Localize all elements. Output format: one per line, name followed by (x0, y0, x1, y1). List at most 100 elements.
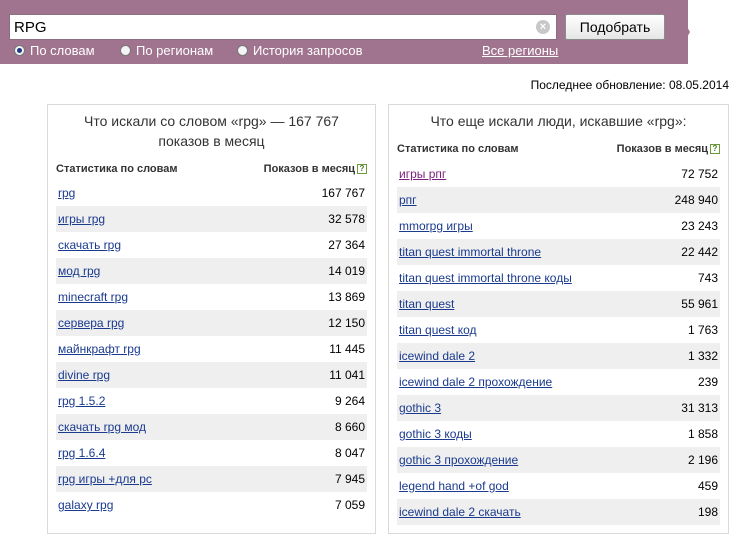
keyword-link[interactable]: minecraft rpg (58, 290, 128, 304)
banner-arrow (672, 0, 690, 64)
table-row: скачать rpg мод 8 660 (56, 414, 367, 440)
table-row: gothic 3 прохождение 2 196 (397, 447, 720, 473)
left-panel: Что искали со словом «rpg» — 167 767 пок… (47, 104, 376, 534)
all-regions-link[interactable]: Все регионы (482, 43, 558, 58)
impressions-count: 11 041 (329, 368, 365, 382)
keyword-link[interactable]: titan quest (399, 297, 454, 311)
right-rows: игры рпг 72 752 рпг 248 940 mmorpg игры 23 24… (397, 161, 720, 525)
table-row: gothic 3 31 313 (397, 395, 720, 421)
table-row: titan quest immortal throne коды 743 (397, 265, 720, 291)
impressions-count: 239 (697, 375, 718, 389)
impressions-count: 8 047 (334, 446, 365, 460)
impressions-count: 1 858 (687, 427, 718, 441)
right-panel: Что еще искали люди, искавшие «rpg»: Ста… (388, 104, 729, 534)
table-row: legend hand +of god 459 (397, 473, 720, 499)
mode-by-words-label: По словам (30, 43, 95, 58)
table-row: divine rpg 11 041 (56, 362, 367, 388)
table-row: icewind dale 2 скачать 198 (397, 499, 720, 525)
keyword-link[interactable]: titan quest immortal throne коды (399, 271, 572, 285)
left-rows: rpg 167 767 игры rpg 32 578 скачать rpg 27 36… (56, 180, 367, 518)
impressions-count: 31 313 (681, 401, 718, 415)
right-col-count-wrap: Показов в месяц? (617, 143, 720, 155)
keyword-link[interactable]: rpg 1.6.4 (58, 446, 105, 460)
search-input[interactable] (14, 17, 534, 37)
left-panel-title-line1: Что искали со словом «rpg» — 167 767 (84, 113, 339, 129)
keyword-link[interactable]: рпг (399, 193, 417, 207)
mode-history[interactable]: История запросов (237, 43, 363, 58)
table-row: rpg 1.5.2 9 264 (56, 388, 367, 414)
keyword-link[interactable]: rpg (58, 186, 75, 200)
radio-history[interactable] (237, 45, 248, 56)
impressions-count: 13 869 (328, 290, 365, 304)
clear-icon[interactable]: × (536, 20, 550, 34)
table-row: сервера rpg 12 150 (56, 310, 367, 336)
impressions-count: 8 660 (334, 420, 365, 434)
impressions-count: 11 445 (329, 342, 365, 356)
table-row: rpg 167 767 (56, 180, 367, 206)
keyword-link[interactable]: игры rpg (58, 212, 105, 226)
keyword-link[interactable]: игры рпг (399, 167, 446, 181)
table-row: minecraft rpg 13 869 (56, 284, 367, 310)
impressions-count: 459 (697, 479, 718, 493)
keyword-link[interactable]: galaxy rpg (58, 498, 113, 512)
impressions-count: 32 578 (328, 212, 365, 226)
right-column-header: Статистика по словам Показов в месяц? (397, 143, 720, 157)
impressions-count: 55 961 (681, 297, 718, 311)
keyword-link[interactable]: майнкрафт rpg (58, 342, 141, 356)
table-row: игры рпг 72 752 (397, 161, 720, 187)
table-row: titan quest immortal throne 22 442 (397, 239, 720, 265)
impressions-count: 9 264 (334, 394, 365, 408)
impressions-count: 22 442 (681, 245, 718, 259)
radio-by-regions[interactable] (120, 45, 131, 56)
table-row: рпг 248 940 (397, 187, 720, 213)
impressions-count: 7 945 (334, 472, 365, 486)
table-row: майнкрафт rpg 11 445 (56, 336, 367, 362)
table-row: мод rpg 14 019 (56, 258, 367, 284)
help-icon[interactable]: ? (357, 164, 367, 174)
mode-by-words[interactable]: По словам (14, 43, 95, 58)
impressions-count: 1 332 (687, 349, 718, 363)
keyword-link[interactable]: titan quest код (399, 323, 477, 337)
right-col-keyword: Статистика по словам (397, 143, 519, 155)
impressions-count: 1 763 (687, 323, 718, 337)
table-row: скачать rpg 27 364 (56, 232, 367, 258)
keyword-link[interactable]: icewind dale 2 (399, 349, 475, 363)
keyword-link[interactable]: icewind dale 2 скачать (399, 505, 521, 519)
keyword-link[interactable]: мод rpg (58, 264, 100, 278)
keyword-link[interactable]: скачать rpg мод (58, 420, 146, 434)
last-update: Последнее обновление: 08.05.2014 (530, 78, 729, 92)
impressions-count: 743 (697, 271, 718, 285)
keyword-link[interactable]: legend hand +of god (399, 479, 509, 493)
left-panel-title: Что искали со словом «rpg» — 167 767 пок… (56, 111, 367, 151)
table-row: titan quest 55 961 (397, 291, 720, 317)
impressions-count: 2 196 (687, 453, 718, 467)
impressions-count: 12 150 (328, 316, 365, 330)
table-row: rpg 1.6.4 8 047 (56, 440, 367, 466)
keyword-link[interactable]: rpg игры +для pc (58, 472, 152, 486)
search-box[interactable]: × (9, 14, 557, 40)
right-panel-title: Что еще искали люди, искавшие «rpg»: (430, 113, 687, 129)
help-icon[interactable]: ? (710, 144, 720, 154)
mode-history-label: История запросов (253, 43, 363, 58)
pick-button[interactable]: Подобрать (565, 14, 665, 40)
keyword-link[interactable]: mmorpg игры (399, 219, 473, 233)
mode-by-regions[interactable]: По регионам (120, 43, 213, 58)
left-col-count-wrap: Показов в месяц? (264, 163, 367, 175)
keyword-link[interactable]: скачать rpg (58, 238, 121, 252)
right-col-count: Показов в месяц (616, 143, 708, 155)
keyword-link[interactable]: titan quest immortal throne (399, 245, 541, 259)
keyword-link[interactable]: divine rpg (58, 368, 110, 382)
table-row: gothic 3 коды 1 858 (397, 421, 720, 447)
keyword-link[interactable]: gothic 3 прохождение (399, 453, 518, 467)
radio-by-words[interactable] (14, 45, 25, 56)
keyword-link[interactable]: gothic 3 коды (399, 427, 472, 441)
table-row: galaxy rpg 7 059 (56, 492, 367, 518)
keyword-link[interactable]: сервера rpg (58, 316, 124, 330)
left-col-count: Показов в месяц (263, 163, 355, 175)
keyword-link[interactable]: rpg 1.5.2 (58, 394, 105, 408)
left-panel-title-line2: показов в месяц (158, 133, 265, 149)
impressions-count: 248 940 (674, 193, 718, 207)
keyword-link[interactable]: icewind dale 2 прохождение (399, 375, 552, 389)
mode-by-regions-label: По регионам (136, 43, 214, 58)
keyword-link[interactable]: gothic 3 (399, 401, 441, 415)
